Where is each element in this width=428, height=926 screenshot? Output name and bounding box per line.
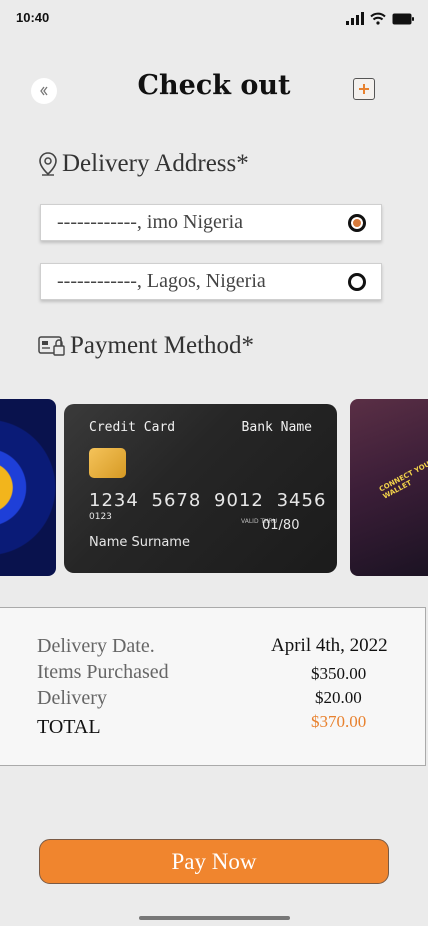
status-time: 10:40 (16, 10, 50, 25)
credit-card-option[interactable]: Credit Card Bank Name 1234 5678 9012 345… (64, 404, 337, 573)
address-option-imo[interactable]: ------------, imo Nigeria (40, 204, 382, 241)
card-number-small: 0123 (89, 512, 112, 522)
address-text: ------------, Lagos, Nigeria (57, 270, 266, 292)
total-label: TOTAL (37, 716, 101, 738)
payment-method-label: Payment Method* (70, 332, 255, 359)
delivery-fee-label: Delivery (37, 687, 107, 709)
address-option-lagos[interactable]: ------------, Lagos, Nigeria (40, 263, 382, 300)
home-indicator[interactable] (139, 916, 290, 920)
card-expiry: 01/80 (262, 518, 300, 533)
total-value: $370.00 (311, 712, 367, 731)
payment-card-carousel[interactable]: Credit Card Bank Name 1234 5678 9012 345… (0, 399, 428, 577)
card-chip-icon (89, 448, 126, 478)
payment-method-heading: Payment Method* (38, 332, 254, 360)
address-text: ------------, imo Nigeria (57, 211, 244, 233)
delivery-date-label: Delivery Date. (37, 635, 155, 657)
battery-icon (392, 13, 414, 25)
wallet-option-card[interactable]: CONNECT YOUR WALLET (350, 399, 428, 576)
status-bar: 10:40 (0, 0, 428, 40)
wifi-icon (370, 12, 386, 25)
address-radio-selected[interactable] (348, 213, 366, 232)
wallet-text: CONNECT YOUR WALLET (377, 457, 428, 501)
pay-now-button[interactable]: Pay Now (39, 839, 389, 884)
delivery-address-heading: Delivery Address* (38, 150, 249, 178)
crypto-coin-card[interactable] (0, 399, 56, 576)
delivery-date-value: April 4th, 2022 (271, 635, 388, 656)
bank-name-label: Bank Name (241, 420, 312, 435)
items-purchased-value: $350.00 (311, 664, 367, 683)
delivery-address-label: Delivery Address* (62, 150, 249, 177)
status-icons (346, 12, 414, 25)
card-holder-name: Name Surname (89, 535, 190, 550)
payment-card-icon (38, 336, 65, 356)
plus-icon (359, 84, 369, 94)
location-pin-icon (39, 152, 57, 176)
card-number: 1234 5678 9012 3456 (89, 490, 327, 511)
delivery-fee-value: $20.00 (315, 688, 362, 707)
address-radio[interactable] (348, 272, 366, 291)
add-button[interactable] (353, 78, 375, 100)
items-purchased-label: Items Purchased (37, 661, 169, 683)
signal-icon (346, 12, 364, 25)
card-type-label: Credit Card (89, 420, 176, 435)
order-summary-panel: Delivery Date. April 4th, 2022 Items Pur… (0, 607, 426, 766)
